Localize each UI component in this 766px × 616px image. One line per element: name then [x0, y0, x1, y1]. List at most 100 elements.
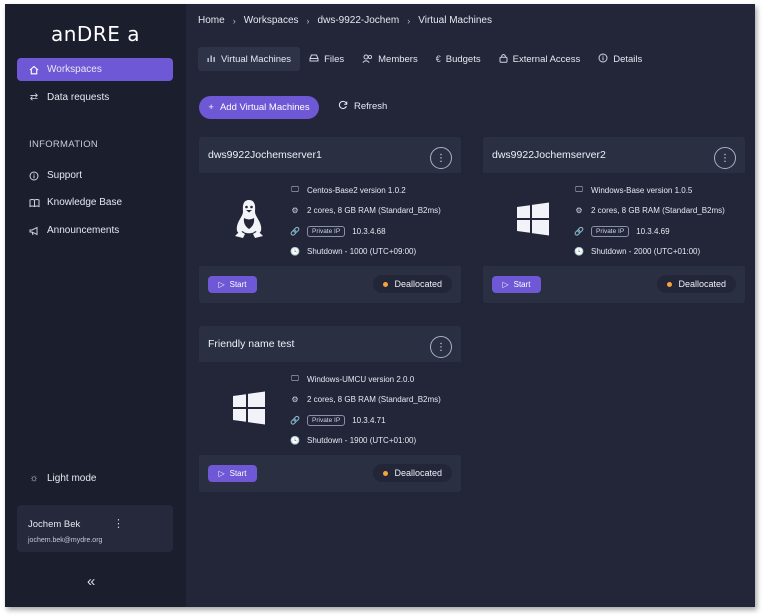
- sidebar-item-label: Knowledge Base: [47, 197, 123, 208]
- app-logo[interactable]: anDRE a: [5, 22, 186, 46]
- play-icon: ▷: [218, 280, 225, 289]
- vm-shutdown: Shutdown - 1000 (UTC+09:00): [307, 247, 417, 257]
- lock-icon: [499, 53, 508, 65]
- private-ip-badge: Private IP: [591, 225, 630, 237]
- tab-bar: Virtual Machines Files Members € Budgets…: [198, 47, 651, 71]
- vm-shutdown: Shutdown - 1900 (UTC+01:00): [307, 436, 417, 446]
- cpu-icon: ⚙: [575, 206, 583, 216]
- status-label: Deallocated: [678, 279, 726, 289]
- monitor-icon: 🖵: [575, 185, 583, 195]
- start-label: Start: [229, 280, 247, 289]
- vm-card: dws9922Jochemserver1 ⋮ 🖵 Centos-Base2 ve…: [199, 137, 461, 303]
- swap-icon: ⇄: [29, 92, 39, 103]
- vm-image-row: 🖵 Windows-UMCU version 2.0.0: [289, 369, 441, 390]
- info-icon: [598, 53, 608, 65]
- vm-name: dws9922Jochemserver2: [492, 149, 606, 161]
- status-dot: [383, 470, 389, 476]
- book-icon: [27, 198, 41, 208]
- sidebar-item-label: Workspaces: [47, 64, 102, 75]
- light-mode-label: Light mode: [47, 473, 97, 484]
- refresh-button[interactable]: Refresh: [338, 100, 387, 113]
- vm-card-body: 🖵 Centos-Base2 version 1.0.2 ⚙ 2 cores, …: [199, 173, 461, 266]
- tab-files[interactable]: Files: [300, 47, 353, 71]
- vm-image: Centos-Base2 version 1.0.2: [307, 185, 406, 195]
- sidebar-item-knowledge-base[interactable]: Knowledge Base: [17, 191, 173, 214]
- vm-size: 2 cores, 8 GB RAM (Standard_B2ms): [307, 206, 441, 216]
- monitor-icon: 🖵: [291, 374, 299, 384]
- status-label: Deallocated: [394, 468, 442, 478]
- vm-specs: 🖵 Windows-Base version 1.0.5 ⚙ 2 cores, …: [573, 180, 725, 262]
- vm-name: Friendly name test: [208, 338, 295, 350]
- sidebar-item-workspaces[interactable]: Workspaces: [17, 58, 173, 81]
- tab-budgets[interactable]: € Budgets: [427, 47, 490, 71]
- app-window: anDRE a Workspaces ⇄ Data requests INFOR…: [5, 4, 755, 607]
- sidebar-item-announcements[interactable]: Announcements: [17, 219, 173, 242]
- add-button-label: Add Virtual Machines: [219, 102, 310, 113]
- breadcrumb-workspace[interactable]: dws-9922-Jochem: [318, 15, 400, 26]
- tab-details[interactable]: Details: [589, 47, 651, 71]
- tab-label: Budgets: [445, 53, 481, 65]
- sidebar-item-label: Announcements: [47, 225, 120, 236]
- vm-shutdown-row: 🕓 Shutdown - 1900 (UTC+01:00): [289, 431, 441, 452]
- vm-image-row: 🖵 Centos-Base2 version 1.0.2: [289, 180, 441, 201]
- vm-card: dws9922Jochemserver2 ⋮ 🖵 Windows-Base ve…: [483, 137, 745, 303]
- vm-size-row: ⚙ 2 cores, 8 GB RAM (Standard_B2ms): [289, 390, 440, 411]
- windows-icon: [513, 197, 553, 241]
- add-virtual-machines-button[interactable]: + Add Virtual Machines: [199, 96, 319, 119]
- vm-menu-icon[interactable]: ⋮: [430, 147, 452, 169]
- vm-menu-icon[interactable]: ⋮: [714, 147, 736, 169]
- sidebar-item-support[interactable]: Support: [17, 164, 173, 187]
- breadcrumb-home[interactable]: Home: [198, 15, 225, 26]
- sun-icon: ☼: [29, 473, 39, 484]
- tab-external-access[interactable]: External Access: [490, 47, 590, 71]
- vm-shutdown-row: 🕓 Shutdown - 1000 (UTC+09:00): [289, 242, 441, 263]
- tab-label: External Access: [512, 53, 581, 65]
- link-icon: 🔗: [290, 226, 300, 236]
- tab-label: Details: [613, 53, 643, 65]
- breadcrumb-current: Virtual Machines: [418, 15, 492, 26]
- collapse-sidebar-icon[interactable]: «: [87, 573, 95, 590]
- vm-ip: 10.3.4.68: [352, 226, 386, 236]
- user-name: Jochem Bek: [28, 519, 81, 530]
- link-icon: 🔗: [574, 226, 584, 236]
- start-label: Start: [229, 469, 247, 478]
- user-email: jochem.bek@mydre.org: [28, 537, 103, 544]
- vm-image: Windows-Base version 1.0.5: [591, 185, 693, 195]
- tab-virtual-machines[interactable]: Virtual Machines: [198, 47, 301, 71]
- start-button[interactable]: ▷ Start: [492, 276, 541, 293]
- start-button[interactable]: ▷ Start: [208, 276, 257, 293]
- status-badge: Deallocated: [657, 275, 736, 293]
- cpu-icon: ⚙: [291, 206, 299, 216]
- start-label: Start: [513, 280, 531, 289]
- refresh-label: Refresh: [354, 101, 388, 112]
- user-menu-icon[interactable]: ⋮: [113, 517, 124, 530]
- breadcrumb-workspaces[interactable]: Workspaces: [244, 15, 299, 26]
- vm-ip-row: 🔗 Private IP 10.3.4.71: [289, 410, 441, 431]
- vm-menu-icon[interactable]: ⋮: [430, 336, 452, 358]
- start-button[interactable]: ▷ Start: [208, 465, 257, 482]
- tab-members[interactable]: Members: [353, 47, 427, 71]
- clock-icon: 🕓: [290, 247, 300, 257]
- sidebar-item-label: Support: [47, 170, 83, 181]
- vm-size-row: ⚙ 2 cores, 8 GB RAM (Standard_B2ms): [289, 201, 441, 222]
- sidebar-item-label: Data requests: [47, 92, 110, 103]
- windows-icon: [229, 386, 269, 430]
- vm-size: 2 cores, 8 GB RAM (Standard_B2ms): [591, 206, 725, 216]
- vm-size-row: ⚙ 2 cores, 8 GB RAM (Standard_B2ms): [573, 201, 725, 222]
- vm-ip-row: 🔗 Private IP 10.3.4.68: [289, 221, 441, 242]
- sidebar: anDRE a Workspaces ⇄ Data requests INFOR…: [5, 4, 186, 607]
- breadcrumb-separator-icon: ›: [407, 15, 411, 26]
- breadcrumb-separator-icon: ›: [306, 15, 310, 26]
- linux-icon: [229, 197, 269, 241]
- play-icon: ▷: [218, 469, 225, 478]
- private-ip-badge: Private IP: [307, 414, 346, 426]
- sidebar-item-data-requests[interactable]: ⇄ Data requests: [17, 86, 173, 109]
- bar-chart-icon: [207, 54, 216, 64]
- plus-icon: +: [208, 102, 214, 113]
- light-mode-toggle[interactable]: ☼ Light mode: [17, 467, 173, 490]
- megaphone-icon: [27, 226, 41, 236]
- link-icon: 🔗: [290, 415, 300, 425]
- section-title-information: INFORMATION: [29, 139, 99, 150]
- vm-ip: 10.3.4.69: [636, 226, 670, 236]
- drive-icon: [309, 54, 319, 64]
